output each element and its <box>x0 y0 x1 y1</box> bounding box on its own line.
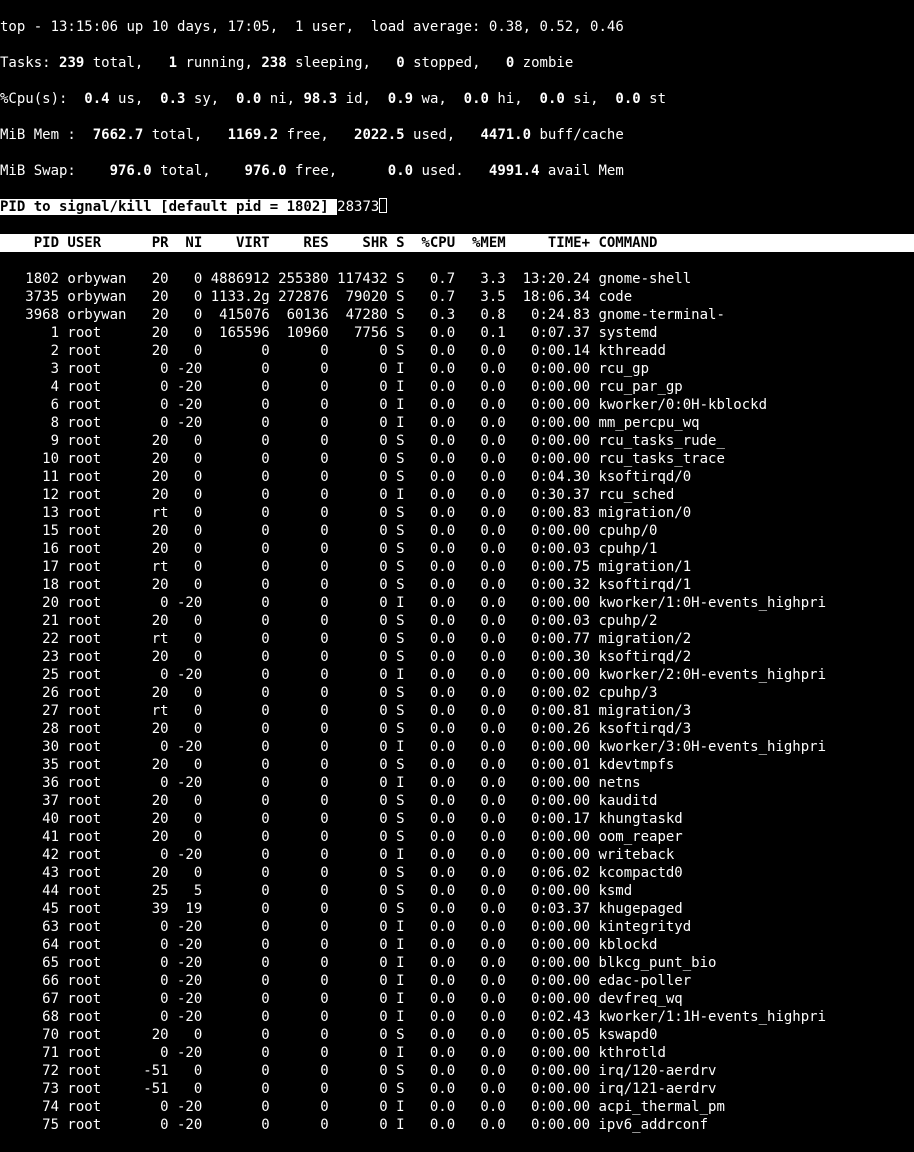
cursor-icon <box>379 198 387 213</box>
process-row: 15 root 20 0 0 0 0 S 0.0 0.0 0:00.00 cpu… <box>0 522 914 540</box>
process-table-body: 1802 orbywan 20 0 4886912 255380 117432 … <box>0 270 914 1134</box>
summary-tasks: Tasks: 239 total, 1 running, 238 sleepin… <box>0 54 914 72</box>
process-row: 30 root 0 -20 0 0 0 I 0.0 0.0 0:00.00 kw… <box>0 738 914 756</box>
process-row: 25 root 0 -20 0 0 0 I 0.0 0.0 0:00.00 kw… <box>0 666 914 684</box>
process-row: 41 root 20 0 0 0 0 S 0.0 0.0 0:00.00 oom… <box>0 828 914 846</box>
process-row: 12 root 20 0 0 0 0 I 0.0 0.0 0:30.37 rcu… <box>0 486 914 504</box>
process-row: 4 root 0 -20 0 0 0 I 0.0 0.0 0:00.00 rcu… <box>0 378 914 396</box>
process-row: 26 root 20 0 0 0 0 S 0.0 0.0 0:00.02 cpu… <box>0 684 914 702</box>
process-row: 6 root 0 -20 0 0 0 I 0.0 0.0 0:00.00 kwo… <box>0 396 914 414</box>
process-row: 3735 orbywan 20 0 1133.2g 272876 79020 S… <box>0 288 914 306</box>
process-row: 35 root 20 0 0 0 0 S 0.0 0.0 0:00.01 kde… <box>0 756 914 774</box>
process-row: 64 root 0 -20 0 0 0 I 0.0 0.0 0:00.00 kb… <box>0 936 914 954</box>
process-row: 45 root 39 19 0 0 0 S 0.0 0.0 0:03.37 kh… <box>0 900 914 918</box>
process-row: 16 root 20 0 0 0 0 S 0.0 0.0 0:00.03 cpu… <box>0 540 914 558</box>
process-row: 13 root rt 0 0 0 0 S 0.0 0.0 0:00.83 mig… <box>0 504 914 522</box>
process-row: 1802 orbywan 20 0 4886912 255380 117432 … <box>0 270 914 288</box>
process-row: 75 root 0 -20 0 0 0 I 0.0 0.0 0:00.00 ip… <box>0 1116 914 1134</box>
process-row: 18 root 20 0 0 0 0 S 0.0 0.0 0:00.32 kso… <box>0 576 914 594</box>
process-table-header: PID USER PR NI VIRT RES SHR S %CPU %MEM … <box>0 234 914 252</box>
process-row: 67 root 0 -20 0 0 0 I 0.0 0.0 0:00.00 de… <box>0 990 914 1008</box>
process-row: 23 root 20 0 0 0 0 S 0.0 0.0 0:00.30 kso… <box>0 648 914 666</box>
process-row: 73 root -51 0 0 0 0 S 0.0 0.0 0:00.00 ir… <box>0 1080 914 1098</box>
process-row: 40 root 20 0 0 0 0 S 0.0 0.0 0:00.17 khu… <box>0 810 914 828</box>
kill-prompt-line[interactable]: PID to signal/kill [default pid = 1802] … <box>0 198 914 216</box>
process-row: 10 root 20 0 0 0 0 S 0.0 0.0 0:00.00 rcu… <box>0 450 914 468</box>
process-row: 66 root 0 -20 0 0 0 I 0.0 0.0 0:00.00 ed… <box>0 972 914 990</box>
summary-line-1: top - 13:15:06 up 10 days, 17:05, 1 user… <box>0 18 914 36</box>
process-row: 3968 orbywan 20 0 415076 60136 47280 S 0… <box>0 306 914 324</box>
process-row: 20 root 0 -20 0 0 0 I 0.0 0.0 0:00.00 kw… <box>0 594 914 612</box>
kill-prompt-input[interactable]: 28373 <box>337 199 379 215</box>
process-row: 63 root 0 -20 0 0 0 I 0.0 0.0 0:00.00 ki… <box>0 918 914 936</box>
process-row: 28 root 20 0 0 0 0 S 0.0 0.0 0:00.26 kso… <box>0 720 914 738</box>
process-row: 22 root rt 0 0 0 0 S 0.0 0.0 0:00.77 mig… <box>0 630 914 648</box>
process-row: 42 root 0 -20 0 0 0 I 0.0 0.0 0:00.00 wr… <box>0 846 914 864</box>
process-row: 9 root 20 0 0 0 0 S 0.0 0.0 0:00.00 rcu_… <box>0 432 914 450</box>
process-row: 37 root 20 0 0 0 0 S 0.0 0.0 0:00.00 kau… <box>0 792 914 810</box>
process-row: 72 root -51 0 0 0 0 S 0.0 0.0 0:00.00 ir… <box>0 1062 914 1080</box>
process-row: 44 root 25 5 0 0 0 S 0.0 0.0 0:00.00 ksm… <box>0 882 914 900</box>
terminal-top-output: top - 13:15:06 up 10 days, 17:05, 1 user… <box>0 0 914 1152</box>
process-row: 1 root 20 0 165596 10960 7756 S 0.0 0.1 … <box>0 324 914 342</box>
process-row: 27 root rt 0 0 0 0 S 0.0 0.0 0:00.81 mig… <box>0 702 914 720</box>
summary-cpu: %Cpu(s): 0.4 us, 0.3 sy, 0.0 ni, 98.3 id… <box>0 90 914 108</box>
process-row: 70 root 20 0 0 0 0 S 0.0 0.0 0:00.05 ksw… <box>0 1026 914 1044</box>
process-row: 36 root 0 -20 0 0 0 I 0.0 0.0 0:00.00 ne… <box>0 774 914 792</box>
process-row: 21 root 20 0 0 0 0 S 0.0 0.0 0:00.03 cpu… <box>0 612 914 630</box>
process-row: 17 root rt 0 0 0 0 S 0.0 0.0 0:00.75 mig… <box>0 558 914 576</box>
kill-prompt-label: PID to signal/kill [default pid = 1802] <box>0 199 337 215</box>
process-row: 3 root 0 -20 0 0 0 I 0.0 0.0 0:00.00 rcu… <box>0 360 914 378</box>
process-row: 43 root 20 0 0 0 0 S 0.0 0.0 0:06.02 kco… <box>0 864 914 882</box>
process-row: 65 root 0 -20 0 0 0 I 0.0 0.0 0:00.00 bl… <box>0 954 914 972</box>
summary-swap: MiB Swap: 976.0 total, 976.0 free, 0.0 u… <box>0 162 914 180</box>
process-row: 8 root 0 -20 0 0 0 I 0.0 0.0 0:00.00 mm_… <box>0 414 914 432</box>
process-row: 68 root 0 -20 0 0 0 I 0.0 0.0 0:02.43 kw… <box>0 1008 914 1026</box>
process-row: 11 root 20 0 0 0 0 S 0.0 0.0 0:04.30 kso… <box>0 468 914 486</box>
process-row: 74 root 0 -20 0 0 0 I 0.0 0.0 0:00.00 ac… <box>0 1098 914 1116</box>
summary-mem: MiB Mem : 7662.7 total, 1169.2 free, 202… <box>0 126 914 144</box>
process-row: 2 root 20 0 0 0 0 S 0.0 0.0 0:00.14 kthr… <box>0 342 914 360</box>
process-row: 71 root 0 -20 0 0 0 I 0.0 0.0 0:00.00 kt… <box>0 1044 914 1062</box>
